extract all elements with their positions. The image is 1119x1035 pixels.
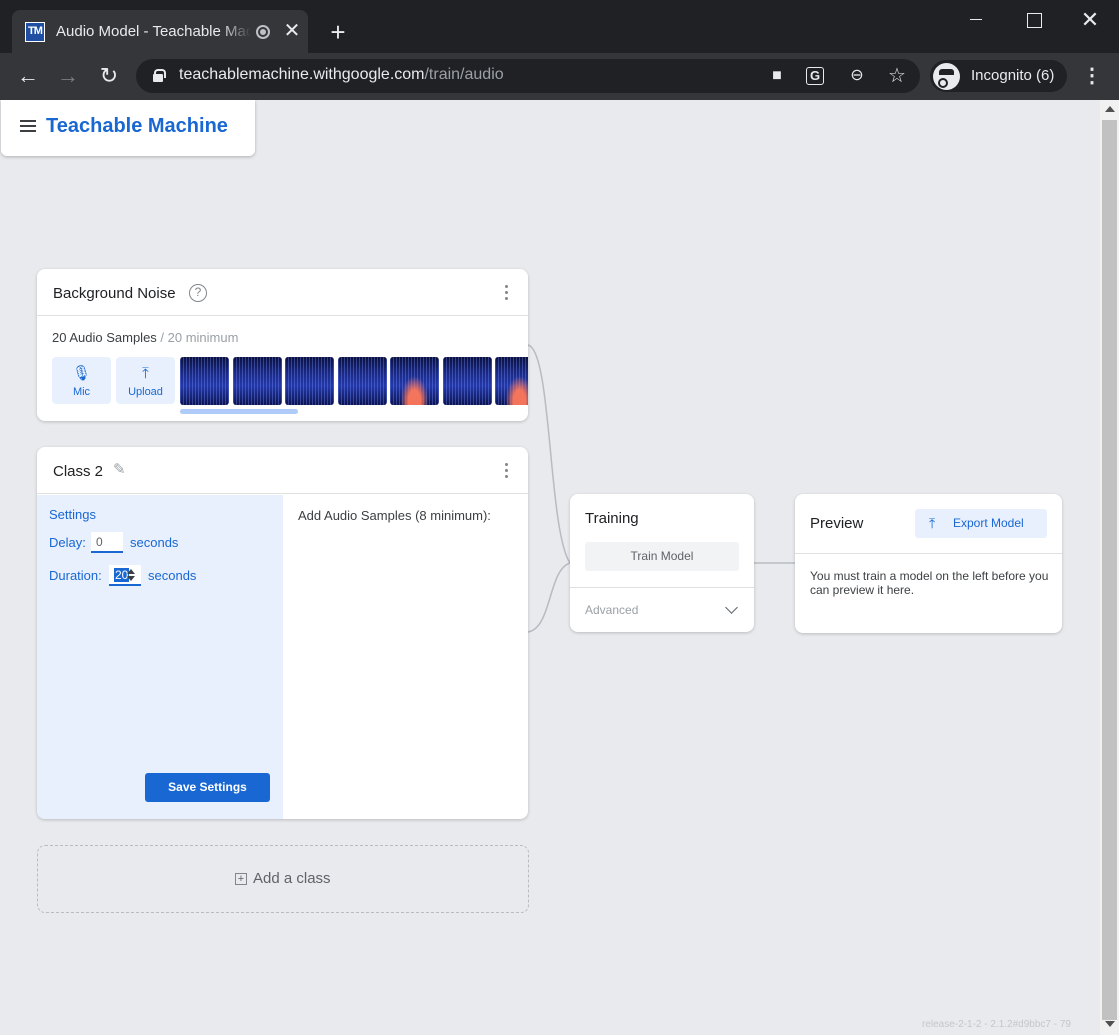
class-card-header: Class 2 ✎ <box>37 447 528 494</box>
scrollbar-thumb[interactable] <box>1102 120 1117 1020</box>
train-model-button[interactable]: Train Model <box>585 542 739 571</box>
app-title[interactable]: Teachable Machine <box>46 115 228 138</box>
forward-arrow-icon[interactable]: → <box>56 63 80 89</box>
duration-unit: seconds <box>148 568 197 583</box>
url-path: /train/audio <box>424 66 504 83</box>
upload-label: Upload <box>128 386 163 398</box>
export-model-button[interactable]: ⤒ Export Model <box>915 509 1047 538</box>
spectrogram-thumbnail[interactable] <box>285 357 334 405</box>
recording-indicator-icon <box>256 25 270 39</box>
class-card-class-2: Class 2 ✎ Settings Delay: 0 seconds Dura… <box>37 447 528 819</box>
mic-label: Mic <box>72 386 91 398</box>
settings-title: Settings <box>49 507 96 522</box>
preview-title: Preview <box>810 515 864 532</box>
edit-pencil-icon[interactable]: ✎ <box>113 462 129 478</box>
spectrogram-thumbnail[interactable] <box>495 357 528 405</box>
address-bar[interactable]: teachablemachine.withgoogle.com/train/au… <box>136 59 920 93</box>
lock-icon[interactable] <box>153 69 166 82</box>
training-title: Training <box>585 510 639 527</box>
window-close-button[interactable]: ✕ <box>1062 0 1118 40</box>
translate-icon[interactable]: G <box>806 67 824 85</box>
version-label: release-2-1-2 - 2.1.2#d9bbc7 - 79 <box>922 1019 1071 1030</box>
chevron-down-icon[interactable] <box>725 601 738 614</box>
duration-input[interactable]: 20 <box>109 565 141 586</box>
class-card-background-noise: Background Noise ? 20 Audio Samples / 20… <box>37 269 528 421</box>
spectrogram-thumbnail[interactable] <box>442 357 492 405</box>
spectrogram-thumbnail[interactable] <box>232 357 282 405</box>
browser-titlebar: TM Audio Model - Teachable Machine ✕ + ✕ <box>0 0 1119 53</box>
scroll-down-arrow-icon[interactable] <box>1105 1021 1115 1027</box>
url-text[interactable]: teachablemachine.withgoogle.com/train/au… <box>179 66 504 84</box>
add-class-button[interactable]: + Add a class <box>37 845 529 913</box>
preview-message: You must train a model on the left befor… <box>810 569 1049 597</box>
add-class-content: + Add a class <box>235 870 331 887</box>
advanced-toggle[interactable]: Advanced <box>585 603 638 617</box>
duration-spinner-icon[interactable] <box>127 568 135 582</box>
back-arrow-icon[interactable]: ← <box>16 63 40 89</box>
add-class-label: Add a class <box>253 870 331 887</box>
preview-card: Preview ⤒ Export Model You must train a … <box>795 494 1062 633</box>
sample-count-value: 20 Audio Samples <box>52 330 157 345</box>
new-tab-icon[interactable]: + <box>326 19 350 45</box>
training-card: Training Train Model Advanced <box>570 494 754 632</box>
reload-icon[interactable]: ↻ <box>97 63 121 89</box>
microphone-icon: 🎙 <box>71 365 92 382</box>
add-box-icon: + <box>235 873 247 885</box>
class-options-icon[interactable] <box>504 463 510 479</box>
url-host: teachablemachine.withgoogle.com <box>179 66 425 83</box>
page-viewport: Teachable Machine Background Noise ? 20 … <box>0 100 1100 1035</box>
class-options-icon[interactable] <box>504 285 510 301</box>
class-card-header: Background Noise ? <box>37 269 528 316</box>
divider <box>795 553 1062 554</box>
camera-icon[interactable]: ■ <box>766 66 788 86</box>
window-maximize-button[interactable] <box>1005 0 1061 40</box>
upload-icon: ⤒ <box>142 365 149 382</box>
browser-tab[interactable]: TM Audio Model - Teachable Machine ✕ <box>12 10 308 53</box>
spectrogram-thumbnail[interactable] <box>180 357 229 405</box>
recording-settings-panel: Settings Delay: 0 seconds Duration: 20 s… <box>37 495 283 819</box>
add-samples-label: Add Audio Samples (8 minimum): <box>298 508 491 523</box>
export-label: Export Model <box>953 516 1024 530</box>
delay-unit: seconds <box>130 535 179 550</box>
browser-menu-icon[interactable]: ⋮ <box>1082 65 1102 89</box>
incognito-label: Incognito (6) <box>971 67 1055 84</box>
class-name[interactable]: Class 2 <box>53 463 103 480</box>
export-icon: ⤒ <box>929 515 936 531</box>
help-icon[interactable]: ? <box>189 284 207 302</box>
scroll-up-arrow-icon[interactable] <box>1105 106 1115 112</box>
incognito-icon <box>933 63 960 90</box>
spectrogram-thumbnail[interactable] <box>337 357 387 405</box>
mic-button[interactable]: 🎙 Mic <box>52 357 111 404</box>
window-minimize-button[interactable] <box>948 0 1004 40</box>
favicon-icon: TM <box>25 22 45 42</box>
sample-count: 20 Audio Samples / 20 minimum <box>52 330 238 345</box>
class-name: Background Noise <box>53 285 176 302</box>
tab-title: Audio Model - Teachable Machine <box>56 23 251 41</box>
page-scrollbar[interactable] <box>1100 100 1119 1035</box>
spectrogram-thumbnail[interactable] <box>390 357 439 405</box>
sample-thumbnails[interactable] <box>180 357 528 405</box>
delay-value: 0 <box>96 535 103 549</box>
delay-input[interactable]: 0 <box>91 532 123 553</box>
thumbnails-scrollbar[interactable] <box>180 409 298 414</box>
divider <box>570 587 754 588</box>
tab-close-icon[interactable]: ✕ <box>282 20 302 42</box>
duration-label: Duration: <box>49 568 102 583</box>
app-header: Teachable Machine <box>1 100 255 156</box>
browser-toolbar: ← → ↻ teachablemachine.withgoogle.com/tr… <box>0 53 1119 100</box>
zoom-icon[interactable]: ⊖ <box>846 66 868 86</box>
upload-button[interactable]: ⤒ Upload <box>116 357 175 404</box>
sample-minimum: / 20 minimum <box>156 330 239 345</box>
save-settings-button[interactable]: Save Settings <box>145 773 270 802</box>
incognito-button[interactable]: Incognito (6) <box>930 60 1067 92</box>
delay-label: Delay: <box>49 535 86 550</box>
bookmark-star-icon[interactable]: ☆ <box>886 66 908 86</box>
hamburger-menu-icon[interactable] <box>20 120 36 132</box>
